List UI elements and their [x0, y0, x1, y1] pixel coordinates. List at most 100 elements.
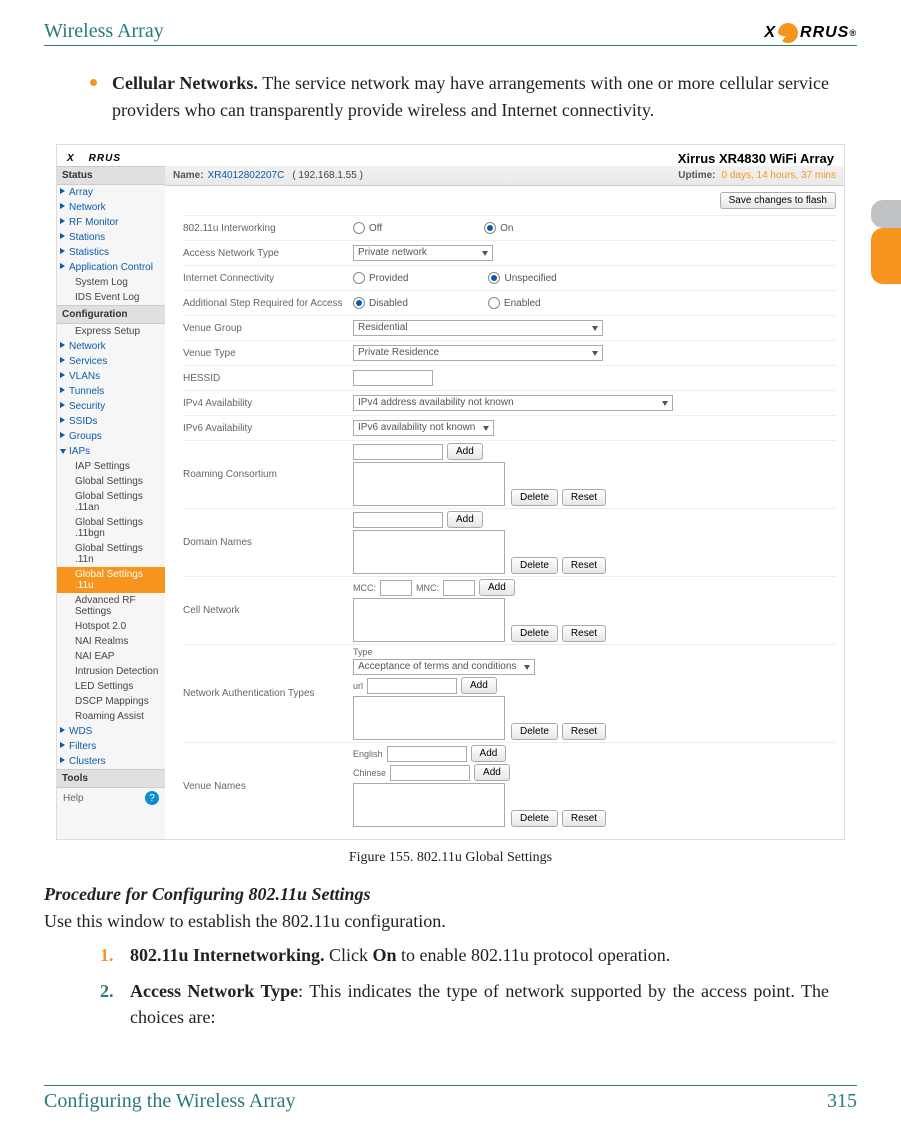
status-name-label: Name: — [173, 170, 204, 181]
sidebar-item-iaps[interactable]: IAPs — [57, 444, 165, 459]
logo-text: RRUS — [800, 24, 849, 42]
sidebar-sub-global-settings[interactable]: Global Settings — [57, 474, 165, 489]
sidebar-item-label: Array — [69, 187, 93, 198]
bullet-dot-icon — [90, 79, 97, 86]
sidebar-sub-system-log[interactable]: System Log — [57, 275, 165, 290]
reset-button[interactable]: Reset — [562, 625, 606, 642]
label-roaming-consortium: Roaming Consortium — [183, 469, 353, 480]
sidebar-item-filters[interactable]: Filters — [57, 739, 165, 754]
radio-enabled[interactable] — [488, 297, 500, 309]
delete-button[interactable]: Delete — [511, 625, 558, 642]
sidebar-sub-iap-settings[interactable]: IAP Settings — [57, 459, 165, 474]
add-button[interactable]: Add — [447, 443, 483, 460]
input-chinese[interactable] — [390, 765, 470, 781]
sidebar-item-app-control[interactable]: Application Control — [57, 260, 165, 275]
sidebar-sub-global-11n[interactable]: Global Settings .11n — [57, 541, 165, 567]
select-venue-type[interactable]: Private Residence — [353, 345, 603, 361]
select-access-network[interactable]: Private network — [353, 245, 493, 261]
listbox-cell[interactable] — [353, 598, 505, 642]
reset-button[interactable]: Reset — [562, 723, 606, 740]
label-url: url — [353, 681, 363, 691]
sidebar-item-security[interactable]: Security — [57, 399, 165, 414]
sidebar-sub-ids-event-log[interactable]: IDS Event Log — [57, 290, 165, 305]
input-mcc[interactable] — [380, 580, 412, 596]
delete-button[interactable]: Delete — [511, 810, 558, 827]
sidebar-item-tunnels[interactable]: Tunnels — [57, 384, 165, 399]
chevron-right-icon — [60, 432, 65, 438]
label-venue-group: Venue Group — [183, 323, 353, 334]
listbox-venue-names[interactable] — [353, 783, 505, 827]
radio-provided[interactable] — [353, 272, 365, 284]
input-domain[interactable] — [353, 512, 443, 528]
radio-unspecified[interactable] — [488, 272, 500, 284]
select-ipv6[interactable]: IPv6 availability not known — [353, 420, 494, 436]
input-mnc[interactable] — [443, 580, 475, 596]
sidebar-sub-hotspot[interactable]: Hotspot 2.0 — [57, 619, 165, 634]
label-mnc: MNC: — [416, 583, 439, 593]
add-button[interactable]: Add — [471, 745, 507, 762]
sidebar-item-label: SSIDs — [69, 416, 97, 427]
sidebar-item-vlans[interactable]: VLANs — [57, 369, 165, 384]
list1-strong: 802.11u Internetworking. — [130, 945, 325, 965]
sidebar-sub-led[interactable]: LED Settings — [57, 679, 165, 694]
sidebar-sub-roaming[interactable]: Roaming Assist — [57, 709, 165, 724]
label-internet-connectivity: Internet Connectivity — [183, 273, 353, 284]
sidebar-sub-nai-eap[interactable]: NAI EAP — [57, 649, 165, 664]
delete-button[interactable]: Delete — [511, 557, 558, 574]
footer-right: 315 — [827, 1090, 857, 1113]
save-button[interactable]: Save changes to flash — [720, 192, 836, 209]
chevron-right-icon — [60, 233, 65, 239]
sidebar-item-rf-monitor[interactable]: RF Monitor — [57, 215, 165, 230]
sidebar-sub-global-11bgn[interactable]: Global Settings .11bgn — [57, 515, 165, 541]
add-button[interactable]: Add — [479, 579, 515, 596]
reset-button[interactable]: Reset — [562, 489, 606, 506]
delete-button[interactable]: Delete — [511, 723, 558, 740]
add-button[interactable]: Add — [461, 677, 497, 694]
list1-text2: to enable 802.11u protocol operation. — [397, 945, 671, 965]
add-button[interactable]: Add — [447, 511, 483, 528]
add-button[interactable]: Add — [474, 764, 510, 781]
input-url[interactable] — [367, 678, 457, 694]
radio-off[interactable] — [353, 222, 365, 234]
radio-on[interactable] — [484, 222, 496, 234]
sidebar-item-wds[interactable]: WDS — [57, 724, 165, 739]
input-roaming[interactable] — [353, 444, 443, 460]
sidebar-sub-nai-realms[interactable]: NAI Realms — [57, 634, 165, 649]
sidebar-sub-advanced-rf[interactable]: Advanced RF Settings — [57, 593, 165, 619]
input-english[interactable] — [387, 746, 467, 762]
sidebar-item-array[interactable]: Array — [57, 185, 165, 200]
listbox-roaming[interactable] — [353, 462, 505, 506]
sidebar-item-network-cfg[interactable]: Network — [57, 339, 165, 354]
sidebar-item-groups[interactable]: Groups — [57, 429, 165, 444]
sidebar-item-stations[interactable]: Stations — [57, 230, 165, 245]
xirrus-logo: X RRUS ® — [764, 23, 857, 43]
screenshot-logo-text: X — [67, 153, 75, 164]
sidebar-help-label[interactable]: Help — [63, 793, 84, 804]
sidebar-item-statistics[interactable]: Statistics — [57, 245, 165, 260]
reset-button[interactable]: Reset — [562, 557, 606, 574]
select-ipv4[interactable]: IPv4 address availability not known — [353, 395, 673, 411]
listbox-auth[interactable] — [353, 696, 505, 740]
select-auth-type[interactable]: Acceptance of terms and conditions — [353, 659, 535, 675]
sidebar-sub-intrusion[interactable]: Intrusion Detection — [57, 664, 165, 679]
sidebar-sub-global-11u[interactable]: Global Settings .11u — [57, 567, 165, 593]
sidebar-item-label: Application Control — [69, 262, 153, 273]
sidebar-item-label: Groups — [69, 431, 102, 442]
sidebar-sub-global-11an[interactable]: Global Settings .11an — [57, 489, 165, 515]
sidebar-item-express-setup[interactable]: Express Setup — [57, 324, 165, 339]
sidebar-item-clusters[interactable]: Clusters — [57, 754, 165, 769]
help-icon[interactable]: ? — [145, 791, 159, 805]
sidebar-item-ssids[interactable]: SSIDs — [57, 414, 165, 429]
select-venue-group[interactable]: Residential — [353, 320, 603, 336]
input-hessid[interactable] — [353, 370, 433, 386]
bullet-paragraph: Cellular Networks. The service network m… — [112, 70, 829, 124]
sidebar-item-network[interactable]: Network — [57, 200, 165, 215]
listbox-domain[interactable] — [353, 530, 505, 574]
reset-button[interactable]: Reset — [562, 810, 606, 827]
sidebar-item-label: Statistics — [69, 247, 109, 258]
sidebar-item-services[interactable]: Services — [57, 354, 165, 369]
sidebar-sub-dscp[interactable]: DSCP Mappings — [57, 694, 165, 709]
delete-button[interactable]: Delete — [511, 489, 558, 506]
radio-enabled-label: Enabled — [504, 298, 541, 309]
radio-disabled[interactable] — [353, 297, 365, 309]
